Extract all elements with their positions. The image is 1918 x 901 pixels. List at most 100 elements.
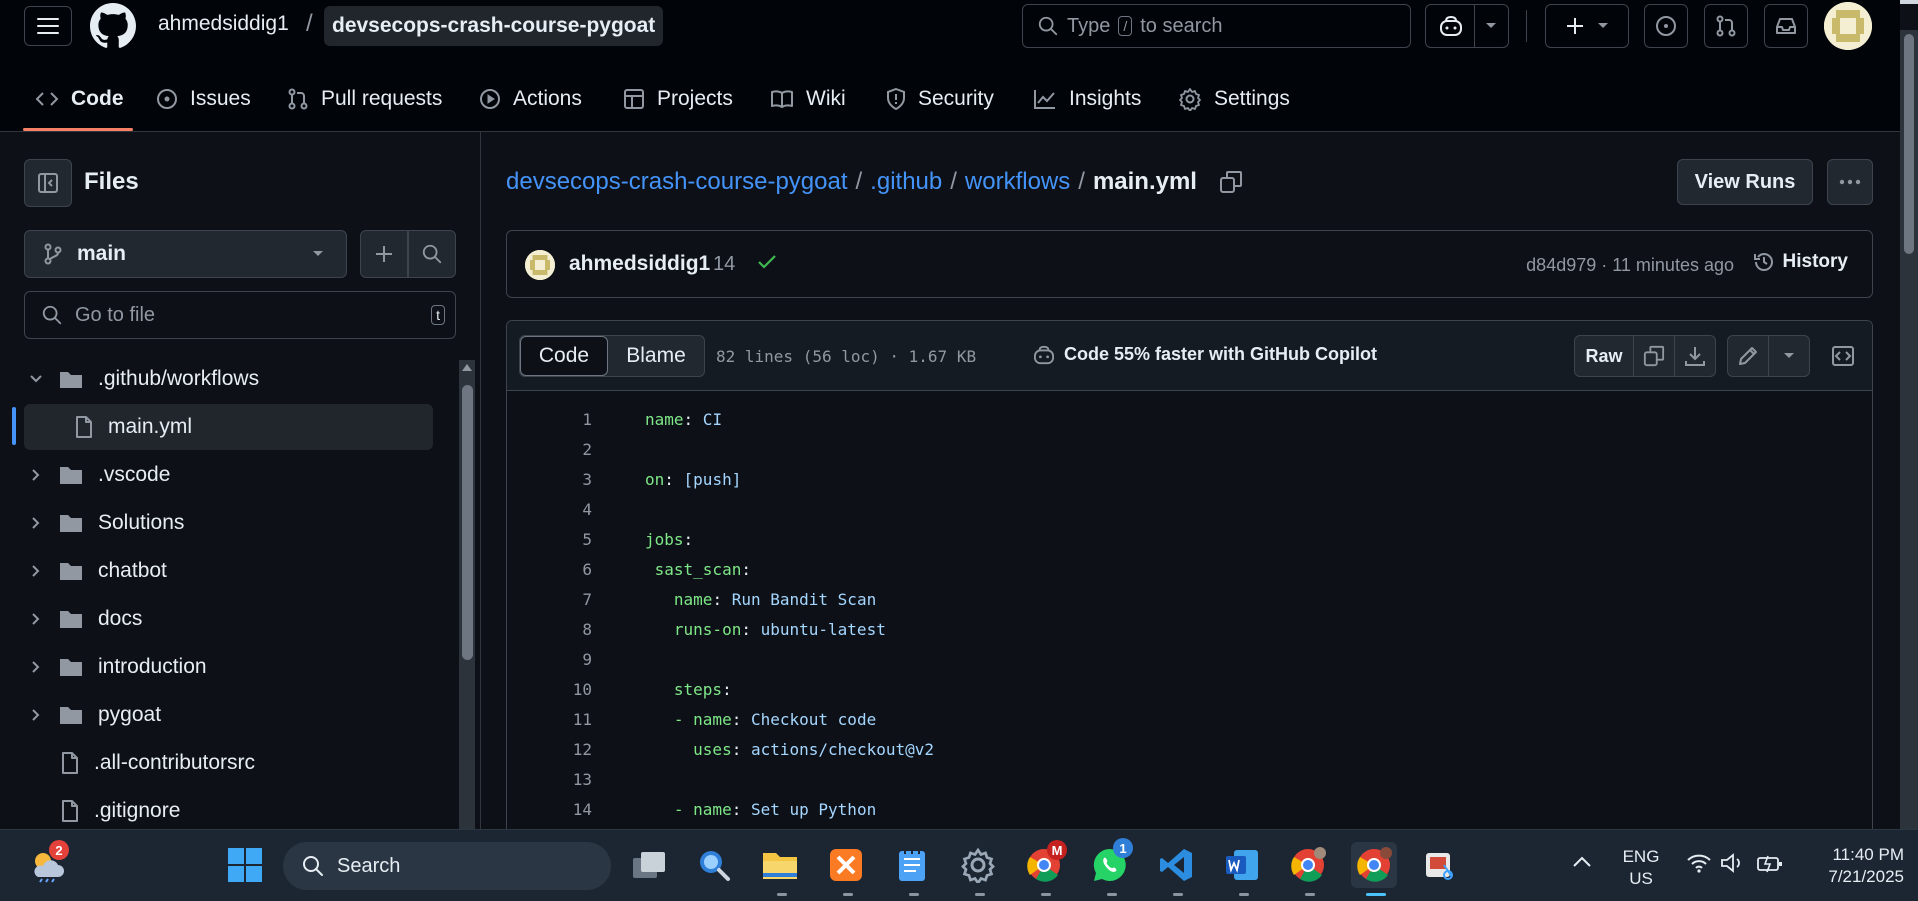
tab-settings[interactable]: Settings [1178,84,1290,114]
commit-sha-time[interactable]: d84d979 · 11 minutes ago [1526,255,1734,276]
tree-folder-vscode[interactable]: .vscode [24,452,434,498]
tree-folder-solutions[interactable]: Solutions [24,500,434,546]
more-options-button[interactable] [1827,159,1873,205]
blame-view-tab[interactable]: Blame [608,336,704,376]
taskbar-app-settings[interactable] [955,842,1001,888]
history-link[interactable]: History [1753,251,1848,273]
view-runs-button[interactable]: View Runs [1677,159,1813,205]
tab-issues[interactable]: Issues [156,84,251,114]
code-icon [35,92,59,106]
edit-options-dropdown[interactable] [1768,335,1810,377]
inbox-button[interactable] [1764,4,1808,48]
taskbar-search[interactable]: Search [283,842,611,890]
language-indicator[interactable]: ENG US [1616,846,1666,890]
tab-insights[interactable]: Insights [1033,84,1141,114]
tree-file-gitignore[interactable]: .gitignore [24,788,434,834]
branch-icon [44,243,62,265]
task-view-button[interactable] [626,842,672,888]
user-avatar[interactable] [1824,2,1872,50]
issues-button[interactable] [1644,4,1688,48]
clock[interactable]: 11:40 PM 7/21/2025 [1796,844,1904,888]
add-file-button[interactable] [360,230,408,278]
code-toolbar: Code Blame 82 lines (56 loc) · 1.67 KB C… [507,321,1872,391]
code-line: 5 jobs: [507,524,1872,554]
taskbar-app-word[interactable] [1219,842,1265,888]
symbols-panel-button[interactable] [1822,335,1864,377]
edit-file-button[interactable] [1727,335,1769,377]
battery-icon[interactable] [1756,852,1784,874]
file-stats: 82 lines (56 loc) · 1.67 KB [716,347,977,366]
code-view-tab[interactable]: Code [520,336,608,376]
line-number: 10 [572,679,592,699]
issue-icon [1656,16,1676,36]
breadcrumb-github-link[interactable]: .github [870,168,942,196]
running-indicator [1041,893,1051,896]
yaml-value: Checkout code [741,709,877,729]
wifi-icon[interactable] [1686,852,1712,874]
taskbar-app-chrome-gmail[interactable]: M [1021,840,1067,888]
collapse-sidebar-button[interactable] [24,159,72,207]
tree-file-all-contributorsrc[interactable]: .all-contributorsrc [24,740,434,786]
tree-item-label: .gitignore [94,799,181,822]
tree-folder-pygoat[interactable]: pygoat [24,692,434,738]
scroll-up-arrow-icon[interactable] [461,362,473,372]
author-avatar[interactable] [525,250,555,280]
branch-selector[interactable]: main [24,230,347,278]
page-scroll-thumb[interactable] [1904,34,1914,254]
commit-count[interactable]: 14 [713,253,735,276]
task-view-icon [633,852,665,878]
breadcrumb-workflows-link[interactable]: workflows [965,168,1070,196]
global-search-input[interactable]: Type / to search [1022,4,1411,48]
tab-projects[interactable]: Projects [623,84,733,114]
taskbar-app-snipping-tool[interactable] [1417,842,1463,888]
code-line: 3 on: [push] [507,464,1872,494]
commit-author-link[interactable]: ahmedsiddig1 [569,252,710,276]
volume-icon[interactable] [1720,852,1744,874]
search-files-button[interactable] [408,230,456,278]
taskbar-app-vscode[interactable] [1153,842,1199,888]
tab-pull-requests[interactable]: Pull requests [287,84,442,114]
copy-path-icon[interactable] [1219,170,1243,194]
taskbar-app-search-tool[interactable] [691,842,737,888]
book-icon [771,90,793,108]
copy-raw-button[interactable] [1633,335,1675,377]
folder-icon [58,704,84,726]
tab-wiki[interactable]: Wiki [770,84,846,114]
taskbar-app-file-explorer[interactable] [757,842,803,888]
create-new-button[interactable] [1545,4,1629,48]
code-line: 8 runs-on: ubuntu-latest [507,614,1872,644]
tab-code[interactable]: Code [35,84,124,114]
sidebar-scroll-thumb[interactable] [462,385,473,660]
pencil-icon [1739,347,1757,365]
taskbar-app-xampp[interactable] [823,842,869,888]
taskbar-app-chrome-profile-1[interactable] [1285,842,1331,888]
repo-name-link[interactable]: devsecops-crash-course-pygoat [324,6,664,46]
tree-file-main-yml[interactable]: main.yml [24,404,433,450]
taskbar-app-notepad[interactable] [889,842,935,888]
menu-button[interactable] [24,6,72,46]
tree-folder-docs[interactable]: docs [24,596,434,642]
line-number: 11 [572,709,592,729]
repo-owner-link[interactable]: ahmedsiddig1 [158,12,289,36]
breadcrumb-repo-link[interactable]: devsecops-crash-course-pygoat [506,168,848,196]
yaml-key: name [645,409,684,429]
go-to-file-shortcut: t [431,305,445,325]
taskbar-app-chrome-profile-2[interactable] [1351,842,1397,888]
copilot-promo-link[interactable]: Code 55% faster with GitHub Copilot [1032,344,1377,365]
weather-widget[interactable]: 2 [25,840,71,888]
start-button[interactable] [222,842,268,888]
chevron-down-icon [1784,353,1794,358]
github-logo-icon[interactable] [90,3,136,49]
tree-folder-chatbot[interactable]: chatbot [24,548,434,594]
tab-security[interactable]: Security [886,84,994,114]
go-to-file-input[interactable]: Go to file t [24,291,456,339]
tab-actions[interactable]: Actions [479,84,582,114]
pull-requests-button[interactable] [1704,4,1748,48]
raw-button[interactable]: Raw [1574,335,1634,377]
copilot-button[interactable] [1425,4,1509,48]
tree-folder-introduction[interactable]: introduction [24,644,434,690]
taskbar-app-whatsapp[interactable]: 1 [1087,838,1133,888]
tree-folder-github-workflows[interactable]: .github/workflows [24,356,434,402]
download-button[interactable] [1674,335,1716,377]
show-hidden-icons-button[interactable] [1572,854,1592,868]
